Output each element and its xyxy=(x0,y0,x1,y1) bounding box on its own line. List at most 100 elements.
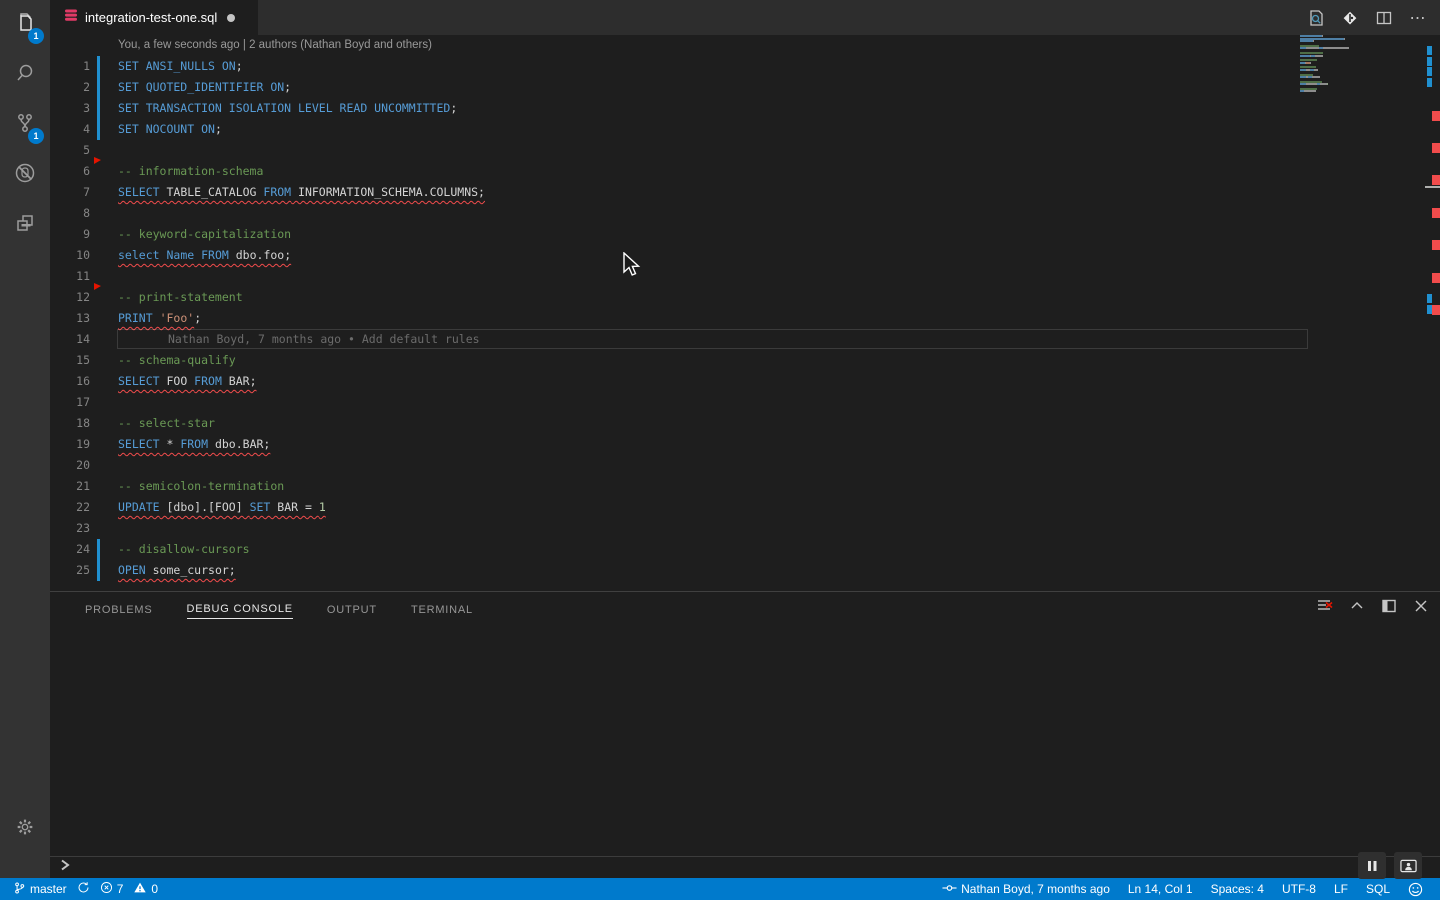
eol-status[interactable]: LF xyxy=(1325,878,1357,900)
code-line-18[interactable]: 18 -- select-star xyxy=(50,413,1440,434)
line-number: 3 xyxy=(83,101,90,115)
panel-tab-problems[interactable]: PROBLEMS xyxy=(85,600,153,619)
split-editor-icon[interactable] xyxy=(1374,8,1394,28)
line-number: 20 xyxy=(76,458,90,472)
restore-panel-icon[interactable] xyxy=(1380,597,1398,615)
code-line-24[interactable]: 24 -- disallow-cursors xyxy=(50,539,1440,560)
line-content: SET NOCOUNT ON; xyxy=(118,122,222,136)
line-content: -- schema-qualify xyxy=(118,353,236,367)
open-preview-icon[interactable] xyxy=(1306,8,1326,28)
branch-status[interactable]: master xyxy=(8,878,72,900)
code-line-3[interactable]: 3 SET TRANSACTION ISOLATION LEVEL READ UN… xyxy=(50,98,1440,119)
code-line-5[interactable]: 5 xyxy=(50,140,1440,161)
line-number: 2 xyxy=(83,80,90,94)
blame-status[interactable]: Nathan Boyd, 7 months ago xyxy=(933,878,1119,900)
debug-button[interactable] xyxy=(0,150,50,200)
code-line-8[interactable]: 8 xyxy=(50,203,1440,224)
line-number: 1 xyxy=(83,59,90,73)
line-content: Nathan Boyd, 7 months ago • Add default … xyxy=(118,329,480,350)
explorer-badge: 1 xyxy=(28,28,44,44)
code-line-21[interactable]: 21 -- semicolon-termination xyxy=(50,476,1440,497)
ruler-error-mark xyxy=(1432,207,1440,218)
line-number: 24 xyxy=(76,542,90,556)
error-count: 7 xyxy=(116,882,124,896)
code-line-15[interactable]: 15 -- schema-qualify xyxy=(50,350,1440,371)
code-line-22[interactable]: 22 UPDATE [dbo].[FOO] SET BAR = 1 xyxy=(50,497,1440,518)
debug-console-input[interactable] xyxy=(50,856,1440,878)
source-control-button[interactable]: 1 xyxy=(0,100,50,150)
database-file-icon xyxy=(64,8,78,27)
explorer-button[interactable]: 1 xyxy=(0,0,50,50)
line-content: -- information-schema xyxy=(118,164,264,178)
search-button[interactable] xyxy=(0,50,50,100)
scm-badge: 1 xyxy=(28,128,44,144)
line-number: 19 xyxy=(76,437,90,451)
maximize-panel-icon[interactable] xyxy=(1348,597,1366,615)
line-content: SELECT * FROM dbo.BAR; xyxy=(118,434,270,455)
ruler-modified-mark xyxy=(1427,67,1432,77)
feedback-smiley-icon[interactable] xyxy=(1399,878,1432,900)
line-number: 18 xyxy=(76,416,90,430)
sync-icon xyxy=(77,881,90,897)
problems-status[interactable]: 7 0 xyxy=(95,878,163,900)
panel-tab-debug-console[interactable]: DEBUG CONSOLE xyxy=(186,599,293,619)
clear-console-icon[interactable] xyxy=(1316,597,1334,615)
code-line-25[interactable]: 25 OPEN some_cursor; xyxy=(50,560,1440,581)
panel-tabs: PROBLEMS DEBUG CONSOLE OUTPUT TERMINAL xyxy=(85,592,473,626)
open-changes-icon[interactable] xyxy=(1340,8,1360,28)
tab-integration-test-one[interactable]: integration-test-one.sql xyxy=(50,0,258,35)
code-line-7[interactable]: 7 SELECT TABLE_CATALOG FROM INFORMATION_S… xyxy=(50,182,1440,203)
indentation-status[interactable]: Spaces: 4 xyxy=(1202,878,1273,900)
encoding-status[interactable]: UTF-8 xyxy=(1273,878,1325,900)
code-line-12[interactable]: 12 -- print-statement xyxy=(50,283,1440,308)
overview-ruler[interactable] xyxy=(1425,35,1440,591)
extensions-button[interactable] xyxy=(0,200,50,250)
code-line-19[interactable]: 19 SELECT * FROM dbo.BAR; xyxy=(50,434,1440,455)
code-line-20[interactable]: 20 xyxy=(50,455,1440,476)
error-flag-icon xyxy=(94,157,101,164)
warning-count: 0 xyxy=(151,882,159,896)
debug-disabled-icon xyxy=(13,161,37,190)
vscode-window: 1 1 integration-test-one.sql ⋯ You, a fe… xyxy=(0,0,1440,900)
error-squiggle: select Name FROM dbo.foo; xyxy=(118,248,292,262)
sync-status[interactable] xyxy=(72,878,95,900)
code-line-17[interactable]: 17 xyxy=(50,392,1440,413)
minimap-line xyxy=(1300,90,1362,93)
code-line-1[interactable]: 1 SET ANSI_NULLS ON; xyxy=(50,56,1440,77)
error-squiggle: OPEN some_cursor; xyxy=(118,563,236,577)
line-number: 8 xyxy=(83,206,90,220)
close-panel-icon[interactable] xyxy=(1412,597,1430,615)
pause-recording-button[interactable] xyxy=(1358,852,1386,879)
minimap[interactable] xyxy=(1300,35,1362,93)
line-content: SELECT FOO FROM BAR; xyxy=(118,371,257,392)
code-line-4[interactable]: 4 SET NOCOUNT ON; xyxy=(50,119,1440,140)
settings-button[interactable] xyxy=(0,804,50,854)
code-line-13[interactable]: 13 PRINT 'Foo'; xyxy=(50,308,1440,329)
code-line-16[interactable]: 16 SELECT FOO FROM BAR; xyxy=(50,371,1440,392)
code-line-9[interactable]: 9 -- keyword-capitalization xyxy=(50,224,1440,245)
tab-title: integration-test-one.sql xyxy=(85,10,218,25)
line-number: 7 xyxy=(83,185,90,199)
code-line-11[interactable]: 11 xyxy=(50,266,1440,287)
code-line-10[interactable]: 10 select Name FROM dbo.foo; xyxy=(50,245,1440,266)
codelens-annotation[interactable]: You, a few seconds ago | 2 authors (Nath… xyxy=(50,35,1440,56)
ruler-error-mark xyxy=(1432,143,1440,153)
line-number: 5 xyxy=(83,143,90,157)
code-editor[interactable]: You, a few seconds ago | 2 authors (Nath… xyxy=(50,35,1440,591)
code-line-2[interactable]: 2 SET QUOTED_IDENTIFIER ON; xyxy=(50,77,1440,98)
panel-tab-terminal[interactable]: TERMINAL xyxy=(411,600,473,619)
panel-tab-output[interactable]: OUTPUT xyxy=(327,600,377,619)
commit-icon xyxy=(942,882,957,897)
dirty-indicator[interactable] xyxy=(227,13,236,22)
search-icon xyxy=(13,61,37,90)
code-line-14[interactable]: 14 Nathan Boyd, 7 months ago • Add defaul… xyxy=(50,329,1440,350)
more-actions-icon[interactable]: ⋯ xyxy=(1408,8,1428,28)
ruler-error-mark xyxy=(1432,110,1440,121)
cursor-position-status[interactable]: Ln 14, Col 1 xyxy=(1119,878,1202,900)
tab-bar: integration-test-one.sql ⋯ xyxy=(50,0,1440,35)
screencast-button[interactable] xyxy=(1394,852,1422,879)
code-line-23[interactable]: 23 xyxy=(50,518,1440,539)
code-line-6[interactable]: 6 -- information-schema xyxy=(50,157,1440,182)
language-status[interactable]: SQL xyxy=(1357,878,1399,900)
ruler-error-mark xyxy=(1432,240,1440,251)
